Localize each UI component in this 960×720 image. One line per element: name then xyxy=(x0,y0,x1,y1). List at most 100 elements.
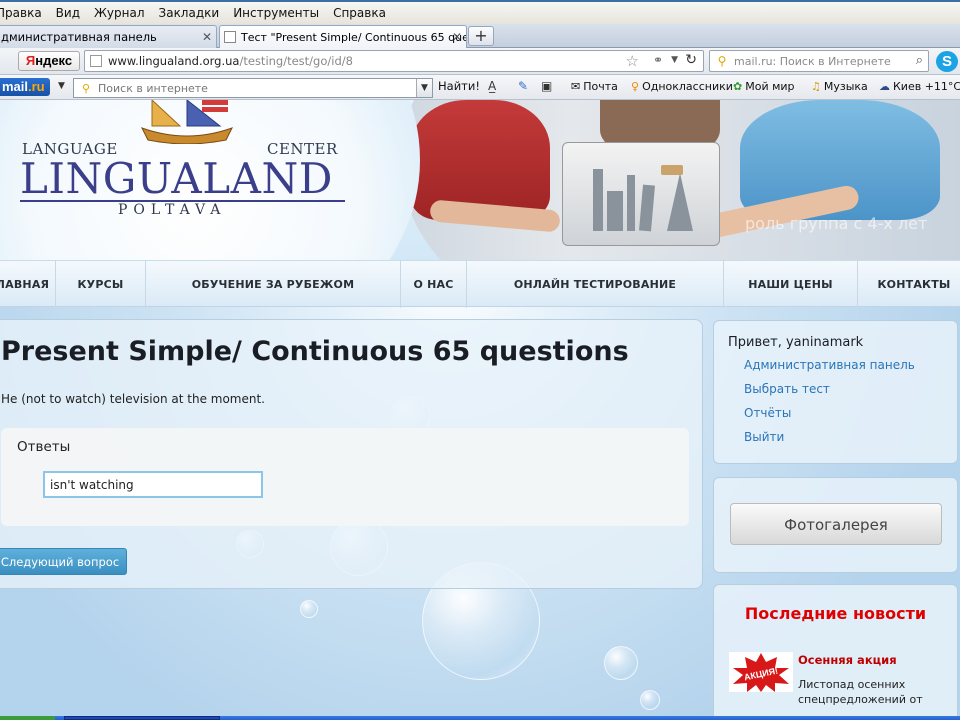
menu-help[interactable]: Справка xyxy=(326,6,393,20)
nav-prices[interactable]: НАШИ ЦЕНЫ xyxy=(724,261,858,308)
mailru-toolbar: mail.ru ▼ ⚲ Поиск в интернете ▼ Найти! A… xyxy=(0,75,960,100)
yandex-button[interactable]: Яндекс xyxy=(18,51,80,71)
close-icon[interactable]: ✕ xyxy=(202,30,212,44)
photo-gallery-button[interactable]: Фотогалерея xyxy=(730,503,942,545)
link-logout[interactable]: Выйти xyxy=(744,430,784,444)
search-icon[interactable]: ⌕ xyxy=(916,53,923,68)
os-taskbar xyxy=(0,716,960,720)
reader-glasses-icon[interactable]: ⚭ xyxy=(653,53,663,67)
news-panel: Последние новости АКЦИЯ! Осенняя акция Л… xyxy=(713,584,958,716)
menu-view[interactable]: Вид xyxy=(49,6,87,20)
tab-test[interactable]: Тест "Present Simple/ Continuous 65 que.… xyxy=(219,25,467,48)
music-link[interactable]: ♫ Музыка xyxy=(811,80,868,93)
question-text: He (not to watch) television at the mome… xyxy=(1,392,265,406)
myworld-link-label: Мой мир xyxy=(745,80,795,93)
navigation-bar: Яндекс www.lingualand.org.ua/testing/tes… xyxy=(0,48,960,75)
tab-label: дминистративная панель xyxy=(1,30,157,44)
mail-link-label: Почта xyxy=(583,80,618,93)
promo-badge-icon: АКЦИЯ! xyxy=(733,653,789,692)
weather-icon: ☁ xyxy=(879,80,890,93)
next-question-button[interactable]: Следующий вопрос xyxy=(0,548,127,575)
link-choose-test[interactable]: Выбрать тест xyxy=(744,382,830,396)
logo-city-text: POLTAVA xyxy=(118,202,227,218)
font-size-icon[interactable]: A̲ xyxy=(488,79,496,93)
envelope-icon: ✉ xyxy=(571,80,581,93)
tab-label: Тест "Present Simple/ Continuous 65 que.… xyxy=(241,30,467,44)
test-panel: Present Simple/ Continuous 65 questions … xyxy=(0,319,703,589)
promo-image[interactable]: АКЦИЯ! xyxy=(729,652,793,692)
menu-bar: Правка Вид Журнал Закладки Инструменты С… xyxy=(0,0,960,24)
close-icon[interactable]: ✕ xyxy=(452,30,462,44)
news-item-title[interactable]: Осенняя акция xyxy=(798,653,897,667)
menu-edit[interactable]: Правка xyxy=(0,6,49,20)
music-link-label: Музыка xyxy=(823,80,868,93)
yandex-logo-letter: Я xyxy=(25,53,36,68)
chevron-down-icon[interactable]: ▼ xyxy=(416,79,432,97)
menu-history[interactable]: Журнал xyxy=(87,6,152,20)
odnoklassniki-icon: ♀ xyxy=(631,80,640,93)
answer-input[interactable] xyxy=(43,471,263,498)
chevron-down-icon[interactable]: ▼ xyxy=(58,81,65,91)
skype-icon[interactable]: S xyxy=(936,51,958,72)
search-input[interactable]: ⚲ mail.ru: Поиск в Интернете ⌕ xyxy=(709,50,929,72)
answers-panel: Ответы xyxy=(1,428,689,526)
luggage-tag xyxy=(661,165,683,175)
header-slogan: роль группа с 4-х лет xyxy=(745,214,928,233)
tab-bar: дминистративная панель ✕ Тест "Present S… xyxy=(0,24,960,48)
eiffel-tower xyxy=(667,173,693,231)
bubble-decoration xyxy=(640,690,660,710)
search-engine-icon[interactable]: ⚲ xyxy=(710,54,734,68)
classmates-link[interactable]: ♀ Одноклассники xyxy=(631,80,733,93)
site-logo[interactable]: LINGUALAND xyxy=(20,157,333,201)
landmark-tower xyxy=(627,175,635,231)
nav-home[interactable]: ЛАВНАЯ xyxy=(0,261,56,308)
toolbar-search-input[interactable]: ⚲ Поиск в интернете ▼ xyxy=(73,78,433,98)
new-tab-button[interactable]: + xyxy=(468,26,494,46)
yandex-logo-text: ндекс xyxy=(35,53,73,68)
nav-courses[interactable]: КУРСЫ xyxy=(56,261,146,308)
user-greeting: Привет, yaninamark xyxy=(728,335,864,350)
mail-link[interactable]: ✉ Почта xyxy=(571,80,618,93)
reload-icon[interactable]: ↻ xyxy=(685,52,697,68)
nav-about[interactable]: О НАС xyxy=(401,261,467,308)
nav-study-abroad[interactable]: ОБУЧЕНИЕ ЗА РУБЕЖОМ xyxy=(146,261,401,308)
menu-tools[interactable]: Инструменты xyxy=(226,6,326,20)
find-button[interactable]: Найти! xyxy=(438,79,480,93)
menu-bookmarks[interactable]: Закладки xyxy=(152,6,227,20)
search-icon: ⚲ xyxy=(81,81,91,95)
mailru-logo[interactable]: mail.ru xyxy=(0,78,50,96)
link-admin-panel[interactable]: Административная панель xyxy=(744,358,915,372)
address-bar[interactable]: www.lingualand.org.ua/testing/test/go/id… xyxy=(84,50,704,72)
laptop-image xyxy=(562,142,720,246)
nav-online-testing[interactable]: ОНЛАЙН ТЕСТИРОВАНИЕ xyxy=(467,261,724,308)
taskbar-window-button[interactable] xyxy=(64,716,220,720)
screenshot-icon[interactable]: ▣ xyxy=(541,79,552,93)
link-reports[interactable]: Отчёты xyxy=(744,406,791,420)
mailru-logo-suffix: .ru xyxy=(28,79,45,94)
start-button[interactable] xyxy=(0,716,55,720)
bookmark-star-icon[interactable]: ☆ xyxy=(626,52,639,70)
site-header: LANGUAGE CENTER LINGUALAND POLTAVA роль … xyxy=(0,100,960,260)
mailru-logo-main: mail xyxy=(2,79,29,94)
chevron-down-icon[interactable]: ▼ xyxy=(671,55,678,65)
landmark-tower xyxy=(593,169,603,231)
header-photo xyxy=(400,100,960,260)
myworld-icon: ✿ xyxy=(733,80,743,93)
nav-contacts[interactable]: КОНТАКТЫ xyxy=(858,261,960,308)
web-page: LANGUAGE CENTER LINGUALAND POLTAVA роль … xyxy=(0,100,960,716)
myworld-link[interactable]: ✿ Мой мир xyxy=(733,80,795,93)
page-icon xyxy=(90,55,102,67)
url-path: /testing/test/go/id/8 xyxy=(239,54,353,68)
tab-admin-panel[interactable]: дминистративная панель ✕ xyxy=(0,25,217,48)
main-navigation: ЛАВНАЯ КУРСЫ ОБУЧЕНИЕ ЗА РУБЕЖОМ О НАС О… xyxy=(0,260,960,308)
music-icon: ♫ xyxy=(811,80,821,93)
bubble-decoration xyxy=(300,600,318,618)
url-domain: www.lingualand.org.ua xyxy=(108,54,240,68)
highlighter-icon[interactable]: ✎ xyxy=(518,79,528,93)
student-figure xyxy=(410,100,550,220)
bubble-decoration xyxy=(604,646,638,680)
landmark-building xyxy=(607,191,623,231)
user-panel: Привет, yaninamark Административная пане… xyxy=(713,320,958,464)
weather-link[interactable]: ☁ Киев +11°С xyxy=(879,80,960,93)
weather-link-label: Киев +11°С xyxy=(893,80,960,93)
